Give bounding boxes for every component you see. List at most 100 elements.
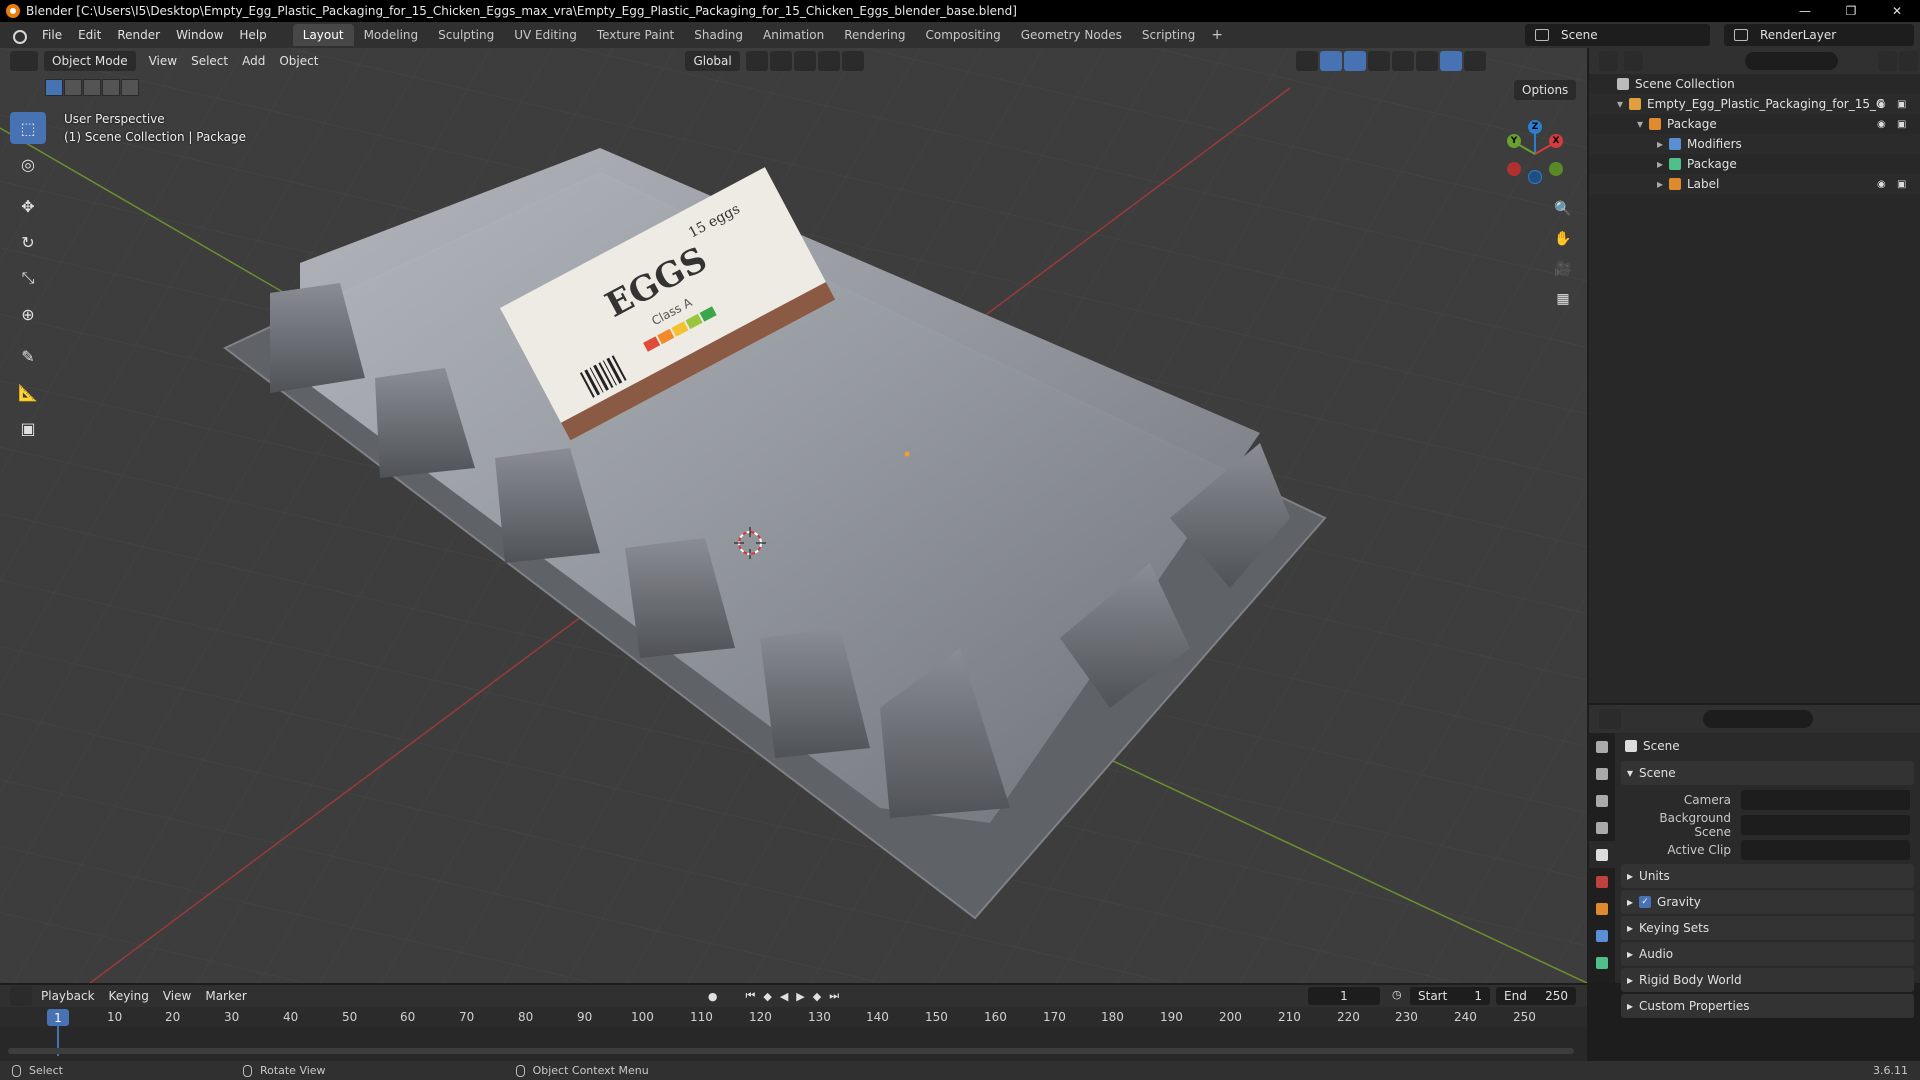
select-subtract-button[interactable] [83, 79, 101, 96]
panel-scene[interactable]: ▾ Scene [1621, 761, 1914, 785]
modifier-tab-icon[interactable] [1589, 922, 1615, 949]
select-box-tool-icon[interactable]: ⬚ [10, 112, 46, 144]
view-layer-tab-icon[interactable] [1589, 814, 1615, 841]
outliner-row-label[interactable]: ▸ Label ◉ ▣ [1589, 174, 1920, 194]
eye-icon[interactable]: ◉ [1877, 99, 1889, 110]
menu-view[interactable]: View [142, 54, 184, 68]
wireframe-shading-button[interactable] [1391, 51, 1414, 71]
ortho-grid-icon[interactable]: ▦ [1550, 286, 1576, 312]
output-tab-icon[interactable] [1589, 787, 1615, 814]
eye-icon[interactable]: ◉ [1877, 179, 1889, 190]
eye-icon[interactable]: ◉ [1877, 119, 1889, 130]
tab-sculpting[interactable]: Sculpting [428, 24, 504, 46]
data-tab-icon[interactable] [1589, 949, 1615, 976]
select-extend-button[interactable] [64, 79, 82, 96]
properties-search-input[interactable] [1703, 710, 1813, 728]
pan-hand-icon[interactable]: ✋ [1550, 226, 1576, 252]
panel-units[interactable]: ▸ Units [1621, 864, 1914, 888]
gravity-checkbox[interactable]: ✓ [1639, 896, 1652, 908]
prev-keyframe-icon[interactable]: ◆ [759, 990, 775, 1003]
maximize-button[interactable]: ❐ [1828, 0, 1874, 22]
gizmo-neg-z-icon[interactable] [1528, 170, 1542, 184]
start-frame-field[interactable]: Start 1 [1410, 987, 1490, 1005]
pivot-point-button[interactable] [745, 51, 768, 71]
tab-uv-editing[interactable]: UV Editing [504, 24, 587, 46]
select-invert-button[interactable] [102, 79, 120, 96]
scene-tab-icon[interactable] [1589, 841, 1615, 868]
editor-type-button[interactable] [10, 51, 38, 71]
scene-selector[interactable]: Scene [1525, 24, 1710, 46]
outliner-search-input[interactable] [1744, 52, 1839, 70]
jump-start-icon[interactable]: ⏮ [741, 989, 759, 1003]
outliner-row-empty[interactable]: ▾ Empty_Egg_Plastic_Packaging_for_15_C ◉… [1589, 94, 1920, 114]
menu-file[interactable]: File [34, 28, 70, 42]
panel-gravity[interactable]: ▸ ✓ Gravity [1621, 890, 1914, 914]
visibility-button[interactable] [1295, 51, 1318, 71]
camera-view-icon[interactable]: 🎥 [1550, 256, 1576, 282]
options-dropdown[interactable]: Options [1514, 80, 1577, 100]
background-scene-field[interactable] [1741, 814, 1910, 835]
timeline-ruler[interactable]: 10 20 30 40 50 60 70 80 90 100 110 120 1… [0, 1007, 1587, 1027]
menu-keying[interactable]: Keying [102, 989, 156, 1003]
menu-object[interactable]: Object [272, 54, 325, 68]
add-workspace-button[interactable]: + [1205, 27, 1229, 43]
rotate-tool-icon[interactable]: ↻ [10, 226, 46, 258]
annotate-tool-icon[interactable]: ✎ [10, 340, 46, 372]
tab-rendering[interactable]: Rendering [834, 24, 915, 46]
panel-custom-properties[interactable]: ▸ Custom Properties [1621, 994, 1914, 1018]
snap-toggle-button[interactable] [769, 51, 792, 71]
snap-target-button[interactable] [793, 51, 816, 71]
gizmo-neg-y-icon[interactable] [1549, 162, 1563, 176]
panel-rigid-body-world[interactable]: ▸ Rigid Body World [1621, 968, 1914, 992]
outliner-row-package[interactable]: ▾ Package ◉ ▣ [1589, 114, 1920, 134]
collapse-arrow-icon[interactable]: ▸ [1657, 137, 1669, 151]
collapse-arrow-icon[interactable]: ▸ [1657, 157, 1669, 171]
gizmo-neg-x-icon[interactable] [1507, 162, 1521, 176]
proportional-edit-button[interactable] [817, 51, 840, 71]
close-button[interactable]: ✕ [1874, 0, 1920, 22]
outliner-row-package-mesh[interactable]: ▸ Package [1589, 154, 1920, 174]
render-layer-selector[interactable]: RenderLayer [1724, 24, 1914, 46]
menu-timeline-view[interactable]: View [156, 989, 198, 1003]
panel-keying-sets[interactable]: ▸ Keying Sets [1621, 916, 1914, 940]
world-tab-icon[interactable] [1589, 868, 1615, 895]
camera-icon[interactable]: ▣ [1897, 99, 1909, 110]
active-clip-field[interactable] [1741, 839, 1910, 860]
gizmo-x-icon[interactable]: X [1549, 134, 1563, 148]
record-icon[interactable]: ● [704, 990, 722, 1003]
tab-geometry-nodes[interactable]: Geometry Nodes [1011, 24, 1132, 46]
transform-tool-icon[interactable]: ⊕ [10, 298, 46, 330]
xray-toggle-button[interactable] [1367, 51, 1390, 71]
select-new-button[interactable] [45, 79, 63, 96]
timeline-scrollbar[interactable] [8, 1048, 1574, 1054]
tab-compositing[interactable]: Compositing [915, 24, 1010, 46]
zoom-icon[interactable]: 🔍 [1550, 196, 1576, 222]
tab-animation[interactable]: Animation [753, 24, 834, 46]
panel-audio[interactable]: ▸ Audio [1621, 942, 1914, 966]
camera-icon[interactable]: ▣ [1897, 119, 1909, 130]
display-mode-button[interactable] [1623, 51, 1643, 71]
outliner-row-scene-collection[interactable]: Scene Collection [1589, 74, 1920, 94]
blender-menu-icon[interactable] [10, 27, 27, 44]
current-frame-field[interactable]: 1 [1308, 987, 1380, 1005]
measure-tool-icon[interactable]: 📐 [10, 376, 46, 408]
move-tool-icon[interactable]: ✥ [10, 190, 46, 222]
select-intersect-button[interactable] [121, 79, 139, 96]
menu-help[interactable]: Help [231, 28, 274, 42]
rendered-shading-button[interactable] [1463, 51, 1486, 71]
outliner-row-modifiers[interactable]: ▸ Modifiers [1589, 134, 1920, 154]
tab-layout[interactable]: Layout [292, 24, 354, 46]
tab-shading[interactable]: Shading [684, 24, 753, 46]
minimize-button[interactable]: — [1782, 0, 1828, 22]
collapse-arrow-icon[interactable]: ▸ [1657, 177, 1669, 191]
solid-shading-button[interactable] [1415, 51, 1438, 71]
scale-tool-icon[interactable]: ⤡ [10, 262, 46, 294]
outliner-editor-type-button[interactable] [1599, 51, 1618, 71]
navigation-gizmo[interactable]: Z X Y [1500, 116, 1570, 192]
menu-select[interactable]: Select [184, 54, 235, 68]
mode-dropdown[interactable]: Object Mode [44, 51, 136, 71]
expand-arrow-icon[interactable]: ▾ [1637, 117, 1649, 131]
tab-modeling[interactable]: Modeling [354, 24, 429, 46]
filter-button[interactable] [1878, 51, 1898, 71]
jump-end-icon[interactable]: ⏭ [825, 989, 843, 1003]
